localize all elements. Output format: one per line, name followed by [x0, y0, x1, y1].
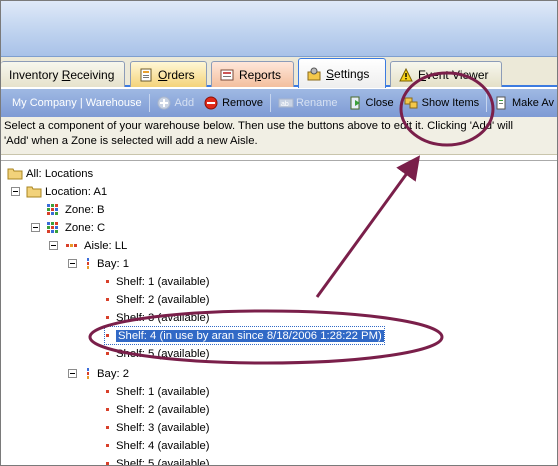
toolbar-separator — [270, 94, 271, 112]
rename-button[interactable]: ab Rename — [273, 92, 343, 114]
collapse-toggle[interactable] — [68, 259, 77, 268]
collapse-toggle[interactable] — [49, 241, 58, 250]
tree-node-label: Zone: C — [65, 221, 106, 234]
info-text: Select a component of your warehouse bel… — [4, 119, 557, 153]
collapse-toggle[interactable] — [11, 187, 20, 196]
folder-icon — [7, 167, 23, 181]
tree-node-label: Shelf: 3 (available) — [116, 421, 210, 434]
collapse-toggle[interactable] — [31, 223, 40, 232]
shelf-icon — [105, 403, 111, 417]
tab-event-viewer[interactable]: Event Viewer — [390, 61, 502, 87]
window-chrome — [1, 1, 557, 57]
toolbar-separator — [486, 94, 488, 112]
shelf-icon — [105, 385, 111, 399]
close-door-icon — [348, 96, 362, 110]
tree-node-label: Shelf: 4 (in use by aran since 8/18/2006… — [116, 329, 384, 342]
bay-icon — [84, 257, 92, 271]
shelf-icon — [105, 311, 111, 325]
tree-node-label: Shelf: 1 (available) — [116, 275, 210, 288]
tree-node-shelf-selected[interactable]: Shelf: 4 (in use by aran since 8/18/2006… — [104, 326, 385, 345]
close-button[interactable]: Close — [343, 92, 399, 114]
tree-node-label: Shelf: 4 (available) — [116, 439, 210, 452]
add-icon — [157, 96, 171, 110]
tree-node-shelf[interactable]: Shelf: 3 (available) — [105, 419, 210, 436]
shelf-icon — [105, 347, 111, 361]
make-available-button[interactable]: Make Av — [489, 92, 557, 114]
tree-node-label: Shelf: 1 (available) — [116, 385, 210, 398]
tree-node-label: All: Locations — [26, 167, 94, 180]
tab-label: Reports — [239, 67, 282, 82]
tree-node-shelf[interactable]: Shelf: 5 (available) — [105, 455, 210, 466]
tree-node-label: Shelf: 3 (available) — [116, 311, 210, 324]
breadcrumb[interactable]: My Company | Warehouse — [1, 92, 147, 114]
svg-text:ab: ab — [281, 101, 289, 108]
tree-node-shelf[interactable]: Shelf: 2 (available) — [105, 291, 210, 308]
location-tree: All: Locations Location: A1 Zone: B Zone… — [1, 160, 557, 466]
bay-icon — [84, 367, 92, 381]
tree-node-label: Shelf: 2 (available) — [116, 403, 210, 416]
grid-icon — [46, 203, 60, 217]
tree-node-zone[interactable]: Zone: C — [46, 219, 105, 236]
tree-node-shelf[interactable]: Shelf: 3 (available) — [105, 309, 210, 326]
tree-node-shelf[interactable]: Shelf: 2 (available) — [105, 401, 210, 418]
info-line-2: 'Add' when a Zone is selected will add a… — [4, 135, 258, 147]
show-items-button[interactable]: Show Items — [399, 92, 484, 114]
collapse-toggle[interactable] — [68, 369, 77, 378]
tab-label: Orders — [158, 67, 195, 82]
tree-node-label: Aisle: LL — [84, 239, 128, 252]
tree-node-label: Zone: B — [65, 203, 105, 216]
add-button[interactable]: Add — [152, 92, 200, 114]
app-window: Inventory Receiving Orders Reports Setti… — [0, 0, 558, 466]
document-icon — [494, 96, 508, 110]
tree-node-shelf[interactable]: Shelf: 4 (available) — [105, 437, 210, 454]
tab-inventory-receiving[interactable]: Inventory Receiving — [1, 61, 125, 87]
tree-node-bay[interactable]: Bay: 2 — [84, 365, 129, 382]
tree-node-location[interactable]: Location: A1 — [26, 183, 107, 200]
tree-node-label: Bay: 2 — [97, 367, 130, 380]
tab-strip: Inventory Receiving Orders Reports Setti… — [1, 57, 557, 88]
tree-node-bay[interactable]: Bay: 1 — [84, 255, 129, 272]
tree-node-label: Shelf: 2 (available) — [116, 293, 210, 306]
reports-icon — [220, 68, 234, 82]
tree-node-zone[interactable]: Zone: B — [46, 201, 105, 218]
folder-icon — [26, 185, 42, 199]
tree-node-label: Location: A1 — [45, 185, 108, 198]
shelf-icon — [105, 293, 111, 307]
show-items-icon — [404, 96, 418, 110]
shelf-icon — [105, 439, 111, 453]
shelf-icon — [105, 457, 111, 466]
tab-label: Inventory Receiving — [9, 67, 115, 82]
toolbar-separator — [148, 94, 150, 112]
tab-settings[interactable]: Settings — [298, 58, 386, 88]
warning-icon — [399, 67, 413, 82]
info-line-1: Select a component of your warehouse bel… — [4, 120, 513, 132]
tree-node-label: Shelf: 5 (available) — [116, 457, 210, 466]
shelf-icon — [105, 421, 111, 435]
tab-orders[interactable]: Orders — [130, 61, 207, 87]
aisle-icon — [65, 239, 79, 253]
tree-node-label: Shelf: 5 (available) — [116, 347, 210, 360]
remove-button[interactable]: Remove — [199, 92, 268, 114]
tree-node-shelf[interactable]: Shelf: 1 (available) — [105, 273, 210, 290]
rename-icon: ab — [278, 96, 294, 110]
tab-label: Event Viewer — [418, 67, 489, 82]
tree-node-shelf[interactable]: Shelf: 1 (available) — [105, 383, 210, 400]
shelf-icon — [105, 329, 111, 343]
tree-node-label: Bay: 1 — [97, 257, 130, 270]
settings-icon — [307, 67, 321, 81]
remove-icon — [204, 96, 218, 110]
orders-icon — [139, 68, 153, 82]
tree-node-aisle[interactable]: Aisle: LL — [65, 237, 127, 254]
tree-node-all-locations[interactable]: All: Locations — [7, 165, 93, 182]
shelf-icon — [105, 275, 111, 289]
grid-icon — [46, 221, 60, 235]
tab-reports[interactable]: Reports — [211, 61, 294, 87]
toolbar: My Company | Warehouse Add Remove ab Ren… — [1, 89, 557, 117]
tree-node-shelf[interactable]: Shelf: 5 (available) — [105, 345, 210, 362]
tab-label: Settings — [326, 66, 370, 81]
